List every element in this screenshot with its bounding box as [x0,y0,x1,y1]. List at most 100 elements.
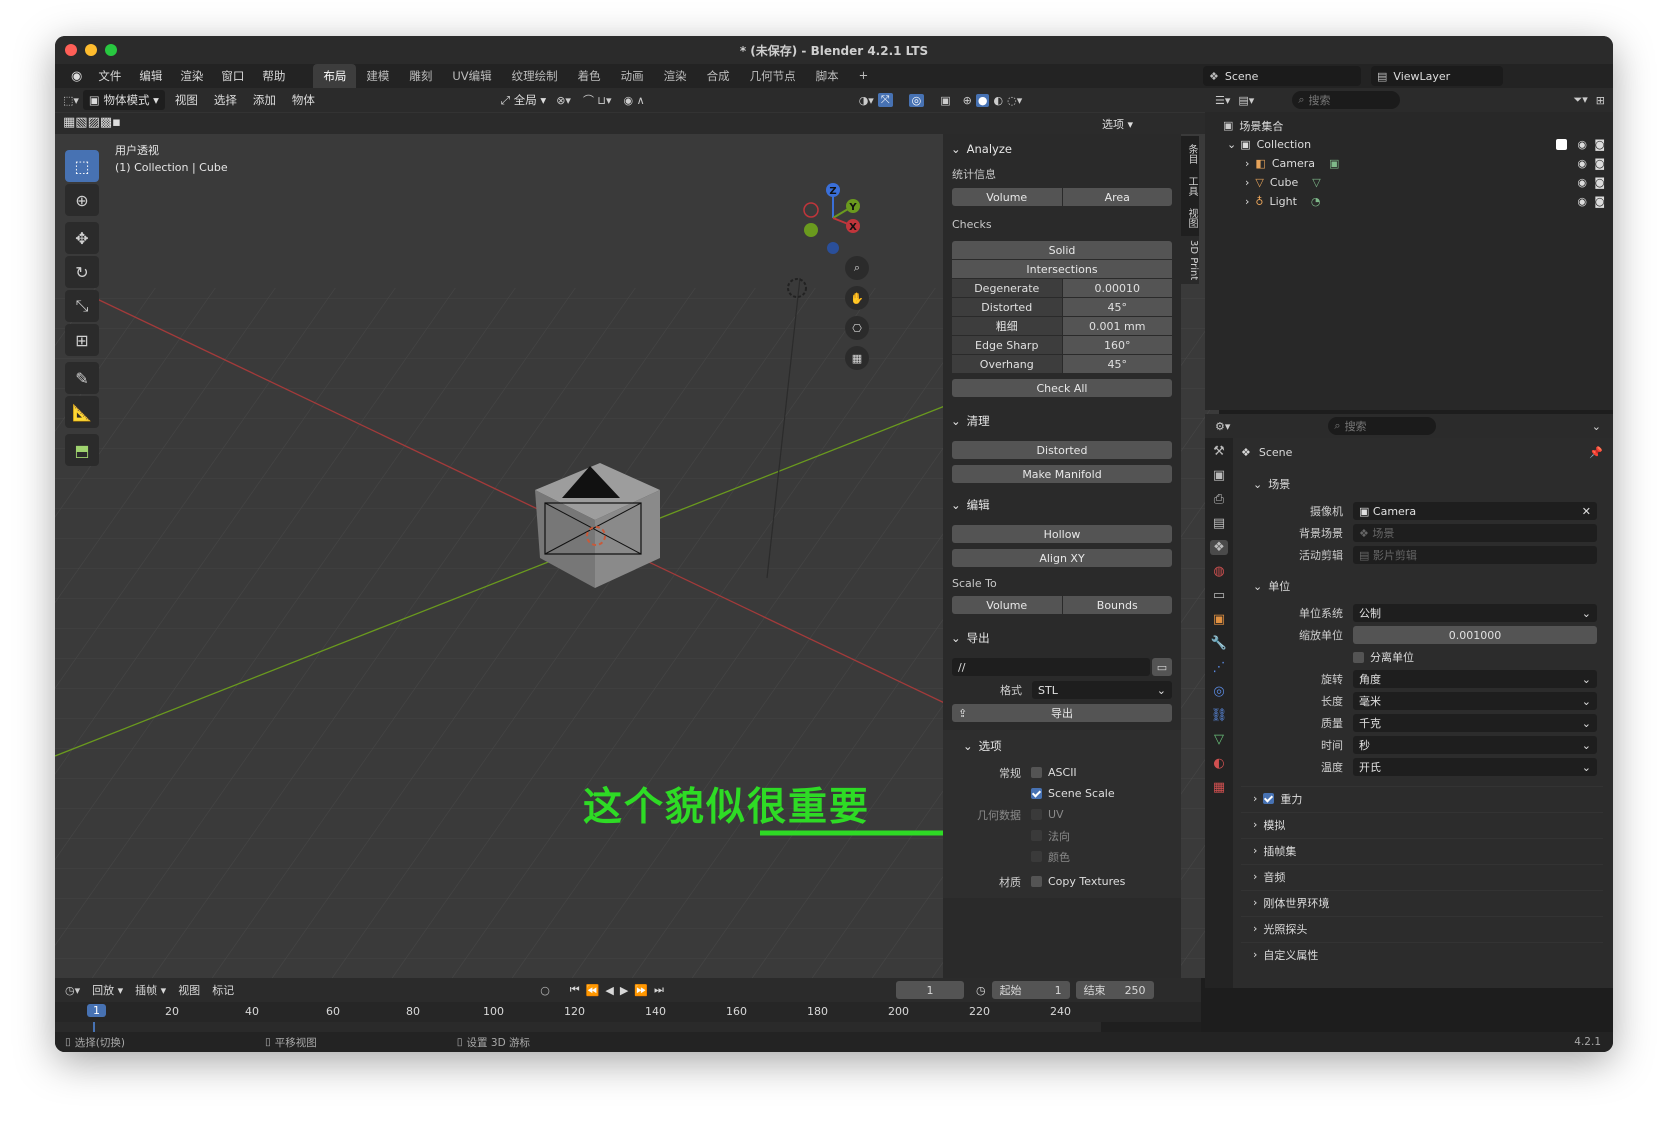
outliner-search[interactable]: ⌕ 搜索 [1292,91,1401,109]
xray-icon[interactable]: ▣ [940,94,950,107]
modifier-tab-icon[interactable]: 🔧 [1211,636,1227,651]
constraints-tab-icon[interactable]: ⛓ [1211,708,1228,723]
proportional-edit-icon[interactable]: ◉ ∧ [624,94,645,107]
stats-area-button[interactable]: Area [1062,188,1172,206]
zoom-icon[interactable]: ⌕ [845,256,869,280]
uv-checkbox[interactable] [1031,809,1042,820]
render-camera-icon[interactable]: ◙ [1594,195,1605,208]
annotate-tool[interactable]: ✎ [65,362,99,394]
clock-icon[interactable]: ◷ [976,984,986,997]
texture-tab-icon[interactable]: ▦ [1213,780,1225,795]
eye-icon[interactable]: ◉ [1577,195,1587,208]
pan-hand-icon[interactable]: ✋ [845,286,869,310]
camera-view-icon[interactable]: ⎔ [845,316,869,340]
tab-rendering[interactable]: 渲染 [654,64,697,88]
camera-field[interactable]: ▣ Camera ✕ [1353,502,1597,520]
color-checkbox[interactable] [1031,851,1042,862]
tab-shading[interactable]: 着色 [568,64,611,88]
outliner-collection[interactable]: ⌄ ▣ Collection ◉ ◙ [1205,135,1613,154]
menu-window[interactable]: 窗口 [213,68,252,84]
scene-section-header[interactable]: ⌄ 场景 [1241,472,1603,496]
blender-logo-icon[interactable]: ◉ [65,69,88,84]
edge-sharp-value[interactable]: 160° [1062,336,1172,354]
tab-animation[interactable]: 动画 [611,64,654,88]
play-reverse-icon[interactable]: ◀ [605,984,613,997]
3d-viewport[interactable]: ⬚▾ ▣ 物体模式 ▾ 视图 选择 添加 物体 ⤢ 全局 ▾ ⊗▾ ⌒ ⊔▾ ◉… [55,88,1219,978]
prev-keyframe-icon[interactable]: ⏪ [586,984,600,997]
render-tab-icon[interactable]: ▣ [1213,468,1225,483]
world-tab-icon[interactable]: ◍ [1213,564,1224,579]
format-dropdown[interactable]: STL ⌄ [1032,681,1172,699]
outliner-item-cube[interactable]: › ▽ Cube ▽ ◉ ◙ [1205,173,1613,192]
close-icon[interactable]: ✕ [1582,505,1591,518]
exclude-checkbox[interactable] [1556,139,1567,150]
render-camera-icon[interactable]: ◙ [1594,138,1605,151]
keying-sets-section-header[interactable]: › 插帧集 [1241,838,1603,862]
overlay-toggle-icon[interactable]: ◎ [908,93,925,107]
check-thickness-button[interactable]: 粗细 [952,317,1062,335]
temperature-dropdown[interactable]: 开氏 ⌄ [1353,758,1597,776]
hollow-button[interactable]: Hollow [952,525,1172,543]
check-intersections-button[interactable]: Intersections [952,260,1172,278]
output-tab-icon[interactable]: ⎙ [1214,492,1224,507]
distorted-value[interactable]: 45° [1062,298,1172,316]
edit-panel-header[interactable]: ⌄ 编辑 [943,489,1181,517]
gizmo-toggle-icon[interactable]: ⤧ [877,93,893,107]
object-tab-icon[interactable]: ▣ [1213,612,1225,627]
auto-key-icon[interactable]: ○ [540,984,550,997]
check-solid-button[interactable]: Solid [952,241,1172,259]
export-panel-header[interactable]: ⌄ 导出 [943,622,1181,650]
transform-orientation-dropdown[interactable]: ⤢ 全局 ▾ [495,90,552,110]
stats-volume-button[interactable]: Volume [952,188,1062,206]
add-workspace-button[interactable]: + [849,64,879,88]
menu-file[interactable]: 文件 [90,68,129,84]
shading-rendered-icon[interactable]: ◌▾ [1007,94,1022,107]
overhang-value[interactable]: 45° [1062,355,1172,373]
folder-icon[interactable]: ▭ [1152,658,1172,676]
options-subpanel-header[interactable]: ⌄ 选项 [943,730,1181,758]
new-collection-icon[interactable]: ⊞ [1596,94,1605,107]
custom-properties-section-header[interactable]: › 自定义属性 [1241,942,1603,966]
timeline-editor-icon[interactable]: ◷▾ [65,984,80,997]
separate-units-checkbox[interactable] [1353,651,1364,663]
tab-scripting[interactable]: 脚本 [806,64,849,88]
tab-compositing[interactable]: 合成 [697,64,740,88]
data-tab-icon[interactable]: ▽ [1214,732,1224,747]
tab-3d-print[interactable]: 3D Print [1181,236,1199,285]
shading-material-icon[interactable]: ◐ [993,94,1003,107]
check-degenerate-button[interactable]: Degenerate [952,279,1062,297]
tab-modeling[interactable]: 建模 [356,64,399,88]
close-window-button[interactable] [65,44,77,56]
scale-to-volume-button[interactable]: Volume [952,596,1062,614]
background-scene-field[interactable]: ❖ 场景 [1353,524,1597,542]
make-manifold-button[interactable]: Make Manifold [952,465,1172,483]
select-menu[interactable]: 选择 [208,90,243,110]
eye-icon[interactable]: ◉ [1577,176,1587,189]
shading-solid-icon[interactable]: ● [975,93,990,107]
display-mode-icon[interactable]: ▤▾ [1238,94,1254,107]
properties-search[interactable]: ⌕ 搜索 [1328,417,1437,435]
analyze-panel-header[interactable]: ⌄ Analyze [943,134,1181,160]
transform-tool[interactable]: ⊞ [65,324,99,356]
move-tool[interactable]: ✥ [65,222,99,254]
end-frame-field[interactable]: 结束 250 [1075,981,1154,999]
add-menu[interactable]: 添加 [247,90,282,110]
outliner-item-light[interactable]: › ♁ Light ◔ ◉ ◙ [1205,192,1613,211]
check-distorted-button[interactable]: Distorted [952,298,1062,316]
degenerate-value[interactable]: 0.00010 [1062,279,1172,297]
menu-render[interactable]: 渲染 [172,68,211,84]
playhead-marker[interactable]: 1 [87,1004,106,1017]
mass-dropdown[interactable]: 千克 ⌄ [1353,714,1597,732]
audio-section-header[interactable]: › 音频 [1241,864,1603,888]
tab-uv[interactable]: UV编辑 [442,64,501,88]
tab-sculpt[interactable]: 雕刻 [399,64,442,88]
rigid-body-world-section-header[interactable]: › 刚体世界环境 [1241,890,1603,914]
export-path-field[interactable]: // [952,658,1150,676]
zoom-window-button[interactable] [105,44,117,56]
menu-edit[interactable]: 编辑 [131,68,170,84]
view-menu[interactable]: 视图 [169,90,204,110]
timeline-view-menu[interactable]: 视图 [178,982,200,998]
object-menu[interactable]: 物体 [286,90,321,110]
minimize-window-button[interactable] [85,44,97,56]
start-frame-field[interactable]: 起始 1 [991,981,1070,999]
